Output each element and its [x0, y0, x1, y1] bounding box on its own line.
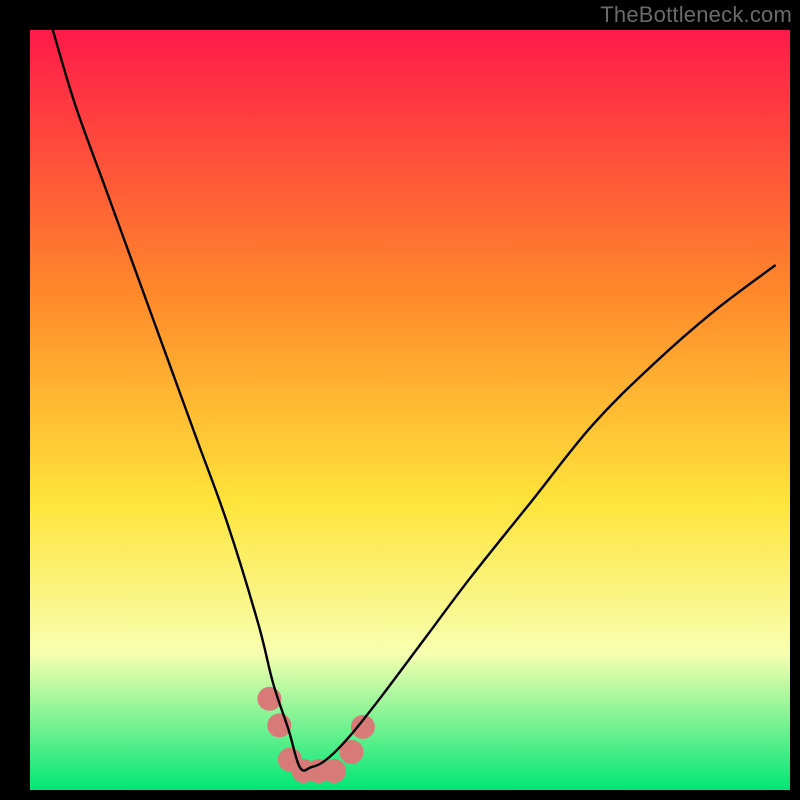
attribution-label: TheBottleneck.com	[600, 2, 792, 28]
plot-background	[30, 30, 790, 790]
chart-stage: TheBottleneck.com	[0, 0, 800, 800]
highlight-dot	[322, 759, 346, 783]
bottleneck-chart	[0, 0, 800, 800]
